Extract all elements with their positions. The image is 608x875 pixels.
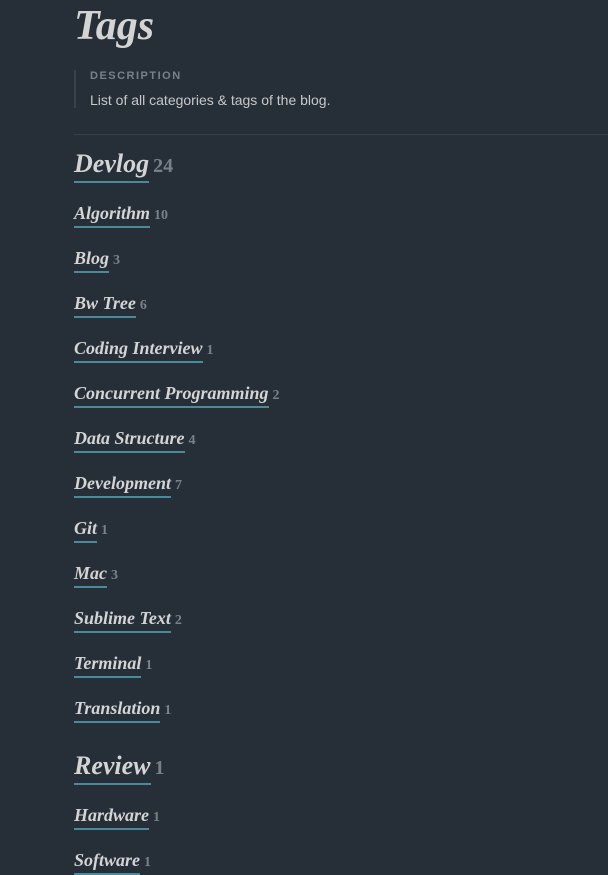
- description-text: List of all categories & tags of the blo…: [90, 92, 608, 108]
- tag-count: 2: [175, 613, 182, 628]
- tag-link[interactable]: Coding Interview: [74, 338, 203, 363]
- tag-count: 3: [113, 253, 120, 268]
- tag-link[interactable]: Translation: [74, 698, 160, 723]
- tag-link[interactable]: Data Structure: [74, 428, 185, 453]
- tag-item: Blog 3: [74, 248, 608, 273]
- tag-count: 1: [144, 855, 151, 870]
- category-link[interactable]: Review: [74, 751, 151, 785]
- tag-link[interactable]: Blog: [74, 248, 109, 273]
- tag-count: 1: [153, 810, 160, 825]
- tag-count: 1: [164, 703, 171, 718]
- tag-item: Bw Tree 6: [74, 293, 608, 318]
- tag-count: 2: [273, 388, 280, 403]
- tag-item: Coding Interview 1: [74, 338, 608, 363]
- tag-link[interactable]: Hardware: [74, 805, 149, 830]
- tag-item: Sublime Text 2: [74, 608, 608, 633]
- category-link[interactable]: Devlog: [74, 149, 149, 183]
- tag-count: 1: [145, 658, 152, 673]
- tag-item: Hardware 1: [74, 805, 608, 830]
- tag-item: Algorithm 10: [74, 203, 608, 228]
- tag-count: 4: [189, 433, 196, 448]
- tag-count: 6: [140, 298, 147, 313]
- tag-link[interactable]: Mac: [74, 563, 107, 588]
- tag-count: 3: [111, 568, 118, 583]
- tag-count: 1: [207, 343, 214, 358]
- tag-link[interactable]: Git: [74, 518, 97, 543]
- tag-item: Software 1: [74, 850, 608, 875]
- tag-item: Development 7: [74, 473, 608, 498]
- category-count: 1: [155, 757, 165, 779]
- tag-item: Git 1: [74, 518, 608, 543]
- tag-item: Concurrent Programming 2: [74, 383, 608, 408]
- category-section: Devlog24Algorithm10Blog3Bw Tree6Coding I…: [74, 149, 608, 723]
- page-title: Tags: [74, 0, 608, 50]
- category-header: Devlog24: [74, 149, 608, 183]
- description-label: DESCRIPTION: [90, 70, 608, 82]
- tag-link[interactable]: Sublime Text: [74, 608, 171, 633]
- tag-link[interactable]: Concurrent Programming: [74, 383, 269, 408]
- tag-item: Data Structure 4: [74, 428, 608, 453]
- category-count: 24: [153, 155, 173, 177]
- tag-link[interactable]: Development: [74, 473, 171, 498]
- category-section: Review1Hardware1Software1: [74, 751, 608, 875]
- tag-item: Translation 1: [74, 698, 608, 723]
- tag-count: 10: [154, 208, 168, 223]
- category-header: Review1: [74, 751, 608, 785]
- tag-item: Mac 3: [74, 563, 608, 588]
- description-block: DESCRIPTION List of all categories & tag…: [74, 70, 608, 108]
- tag-item: Terminal 1: [74, 653, 608, 678]
- tag-link[interactable]: Algorithm: [74, 203, 150, 228]
- tag-count: 7: [175, 478, 182, 493]
- tag-link[interactable]: Software: [74, 850, 140, 875]
- tag-link[interactable]: Bw Tree: [74, 293, 136, 318]
- divider: [74, 134, 608, 135]
- tag-count: 1: [101, 523, 108, 538]
- tag-link[interactable]: Terminal: [74, 653, 141, 678]
